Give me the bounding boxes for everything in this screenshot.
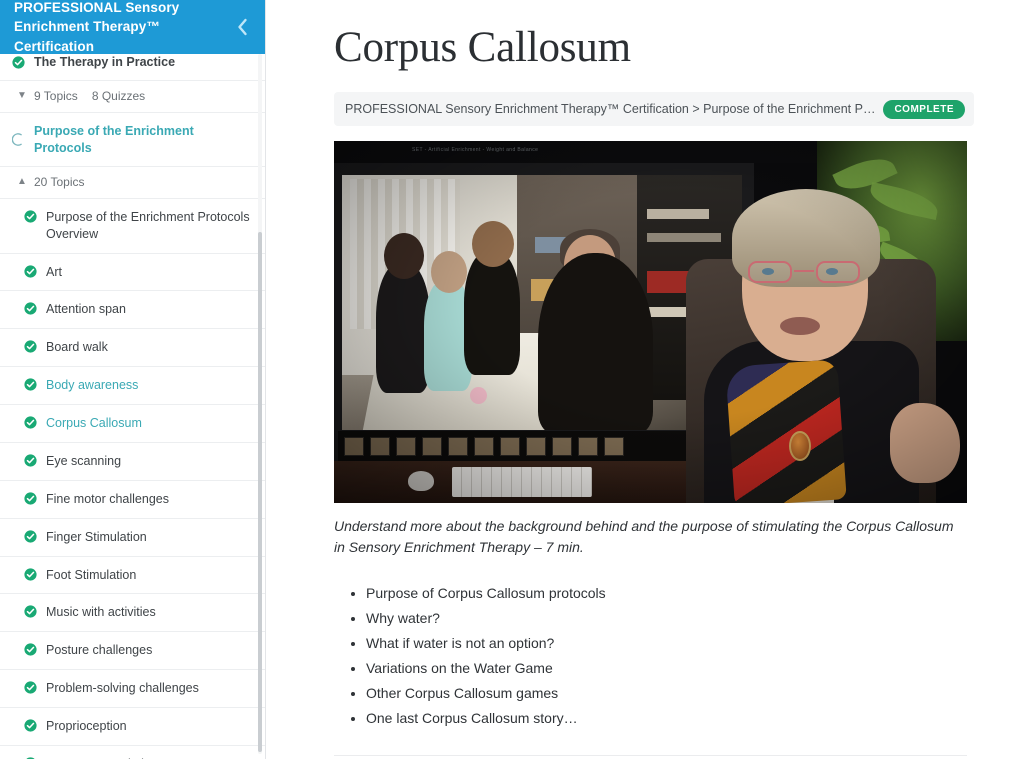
course-page: The Therapy in Practice ▼ 9 Topics 8 Qui… — [0, 0, 1030, 759]
topic-bullet-item: What if water is not an option? — [366, 634, 974, 654]
sidebar-lesson-label: Purpose of the Enrichment Protocols — [34, 124, 194, 155]
breadcrumb-text[interactable]: PROFESSIONAL Sensory Enrichment Therapy™… — [345, 102, 875, 116]
sidebar-topic-item[interactable]: Corpus Callosum — [0, 405, 265, 443]
sidebar-topic-item[interactable]: Sensory associations — [0, 746, 265, 759]
sidebar-scroll-area[interactable]: The Therapy in Practice ▼ 9 Topics 8 Qui… — [0, 0, 265, 759]
sidebar-lesson-meta-current[interactable]: ▲ 20 Topics — [0, 167, 265, 199]
sidebar-topic-item[interactable]: Attention span — [0, 291, 265, 330]
sidebar-topic-label: Posture challenges — [46, 643, 153, 658]
course-sidebar: The Therapy in Practice ▼ 9 Topics 8 Qui… — [0, 0, 266, 759]
chevron-left-icon — [237, 18, 247, 36]
topic-bullet-item: Other Corpus Callosum games — [366, 684, 974, 704]
check-circle-icon — [24, 605, 37, 618]
sidebar-topic-label: Art — [46, 264, 62, 279]
check-circle-icon — [24, 302, 37, 315]
sidebar-list: The Therapy in Practice ▼ 9 Topics 8 Qui… — [0, 0, 265, 759]
sidebar-topic-item[interactable]: Body awareness — [0, 367, 265, 405]
check-circle-icon — [24, 378, 37, 391]
page-title: Corpus Callosum — [334, 24, 631, 71]
lesson-video-player[interactable]: SET - Artificial Enrichment - Weight and… — [334, 141, 967, 504]
sidebar-topic-label: Fine motor challenges — [46, 491, 169, 506]
video-vignette — [334, 141, 967, 504]
chevron-down-icon[interactable]: ▼ — [17, 91, 27, 101]
sidebar-topic-label: Proprioception — [46, 719, 127, 733]
sidebar-topic-item[interactable]: Board walk — [0, 329, 265, 368]
check-circle-icon — [24, 454, 37, 467]
sidebar-meta-row-wrap: ▼ 9 Topics 8 Quizzes — [0, 81, 265, 114]
check-circle-icon — [24, 416, 37, 429]
sidebar-topic-item[interactable]: Posture challenges — [0, 632, 265, 671]
progress-ring-icon — [12, 133, 22, 146]
sidebar-topic-item[interactable]: Fine motor challenges — [0, 481, 265, 519]
chevron-up-icon[interactable]: ▲ — [17, 176, 27, 187]
course-title-line2: Enrichment Therapy™ Certification — [14, 19, 160, 54]
topic-bullet-item: Variations on the Water Game — [366, 659, 974, 679]
sidebar-lesson-purpose-of-enrichment-protocols[interactable]: Purpose of the Enrichment Protocols — [0, 113, 265, 167]
sidebar-topic-label: Problem-solving challenges — [46, 681, 199, 696]
sidebar-meta-row-wrap-current: ▲ 20 Topics — [0, 167, 265, 199]
sidebar-topic-label: Attention span — [46, 302, 126, 317]
sidebar-lesson-meta[interactable]: ▼ 9 Topics 8 Quizzes — [0, 81, 265, 114]
check-circle-icon — [24, 264, 37, 278]
check-circle-icon — [24, 210, 37, 223]
sidebar-topic-label: Board walk — [46, 340, 108, 355]
breadcrumb: PROFESSIONAL Sensory Enrichment Therapy™… — [334, 92, 974, 127]
check-circle-icon — [24, 643, 37, 656]
sidebar-topic-item[interactable]: Problem-solving challenges — [0, 670, 265, 708]
sidebar-topic-item[interactable]: Eye scanning — [0, 443, 265, 481]
sidebar-topic-item[interactable]: Purpose of the Enrichment Protocols Over… — [0, 199, 265, 254]
check-circle-icon — [24, 492, 37, 505]
sidebar-topic-list: Purpose of the Enrichment Protocols Over… — [0, 199, 265, 759]
check-circle-icon — [24, 530, 37, 543]
sidebar-topic-label: Eye scanning — [46, 453, 122, 468]
sidebar-topic-item[interactable]: Music with activities — [0, 594, 265, 633]
course-title: PROFESSIONAL Sensory Enrichment Therapy™… — [14, 0, 230, 56]
topics-count: 20 Topics — [34, 174, 85, 189]
status-badge: COMPLETE — [883, 99, 965, 119]
sidebar-collapse-button[interactable] — [230, 15, 254, 39]
course-title-line1: PROFESSIONAL Sensory — [14, 0, 180, 15]
sidebar-topic-label: Finger Stimulation — [46, 529, 147, 544]
sidebar-topic-label: Purpose of the Enrichment Protocols Over… — [46, 209, 250, 241]
topics-count: 9 Topics — [34, 89, 78, 104]
topic-bullet-list: Purpose of Corpus Callosum protocols Why … — [366, 584, 974, 728]
check-circle-icon — [24, 340, 37, 353]
check-circle-icon — [24, 719, 37, 732]
sidebar-topic-label: Corpus Callosum — [46, 416, 142, 430]
sidebar-lesson-label: The Therapy in Practice — [34, 55, 176, 69]
lesson-content: Corpus Callosum PROFESSIONAL Sensory Enr… — [266, 0, 1030, 759]
topic-bullet-item: One last Corpus Callosum story… — [366, 709, 974, 729]
check-circle-icon — [24, 681, 37, 694]
sidebar-topic-item[interactable]: Finger Stimulation — [0, 519, 265, 557]
sidebar-topic-item[interactable]: Foot Stimulation — [0, 557, 265, 595]
check-circle-icon — [12, 56, 25, 69]
sidebar-topic-label: Body awareness — [46, 378, 139, 393]
topic-bullet-item: Purpose of Corpus Callosum protocols — [366, 584, 974, 604]
quizzes-count: 8 Quizzes — [91, 89, 146, 104]
check-circle-icon — [24, 567, 37, 581]
sidebar-header: PROFESSIONAL Sensory Enrichment Therapy™… — [0, 0, 265, 56]
sidebar-scrollbar-thumb[interactable] — [258, 232, 262, 752]
sidebar-topic-label: Music with activities — [46, 605, 156, 620]
topic-bullet-item: Why water? — [366, 609, 974, 629]
lesson-content-inner: Corpus Callosum PROFESSIONAL Sensory Enr… — [334, 0, 974, 759]
sidebar-topic-item[interactable]: Proprioception — [0, 708, 265, 746]
lesson-nav: Previous Topic Back to Lesson Next Topic — [334, 756, 967, 759]
sidebar-topic-item[interactable]: Art — [0, 254, 265, 292]
video-caption: Understand more about the background beh… — [334, 518, 954, 556]
sidebar-topic-label: Foot Stimulation — [46, 567, 137, 582]
